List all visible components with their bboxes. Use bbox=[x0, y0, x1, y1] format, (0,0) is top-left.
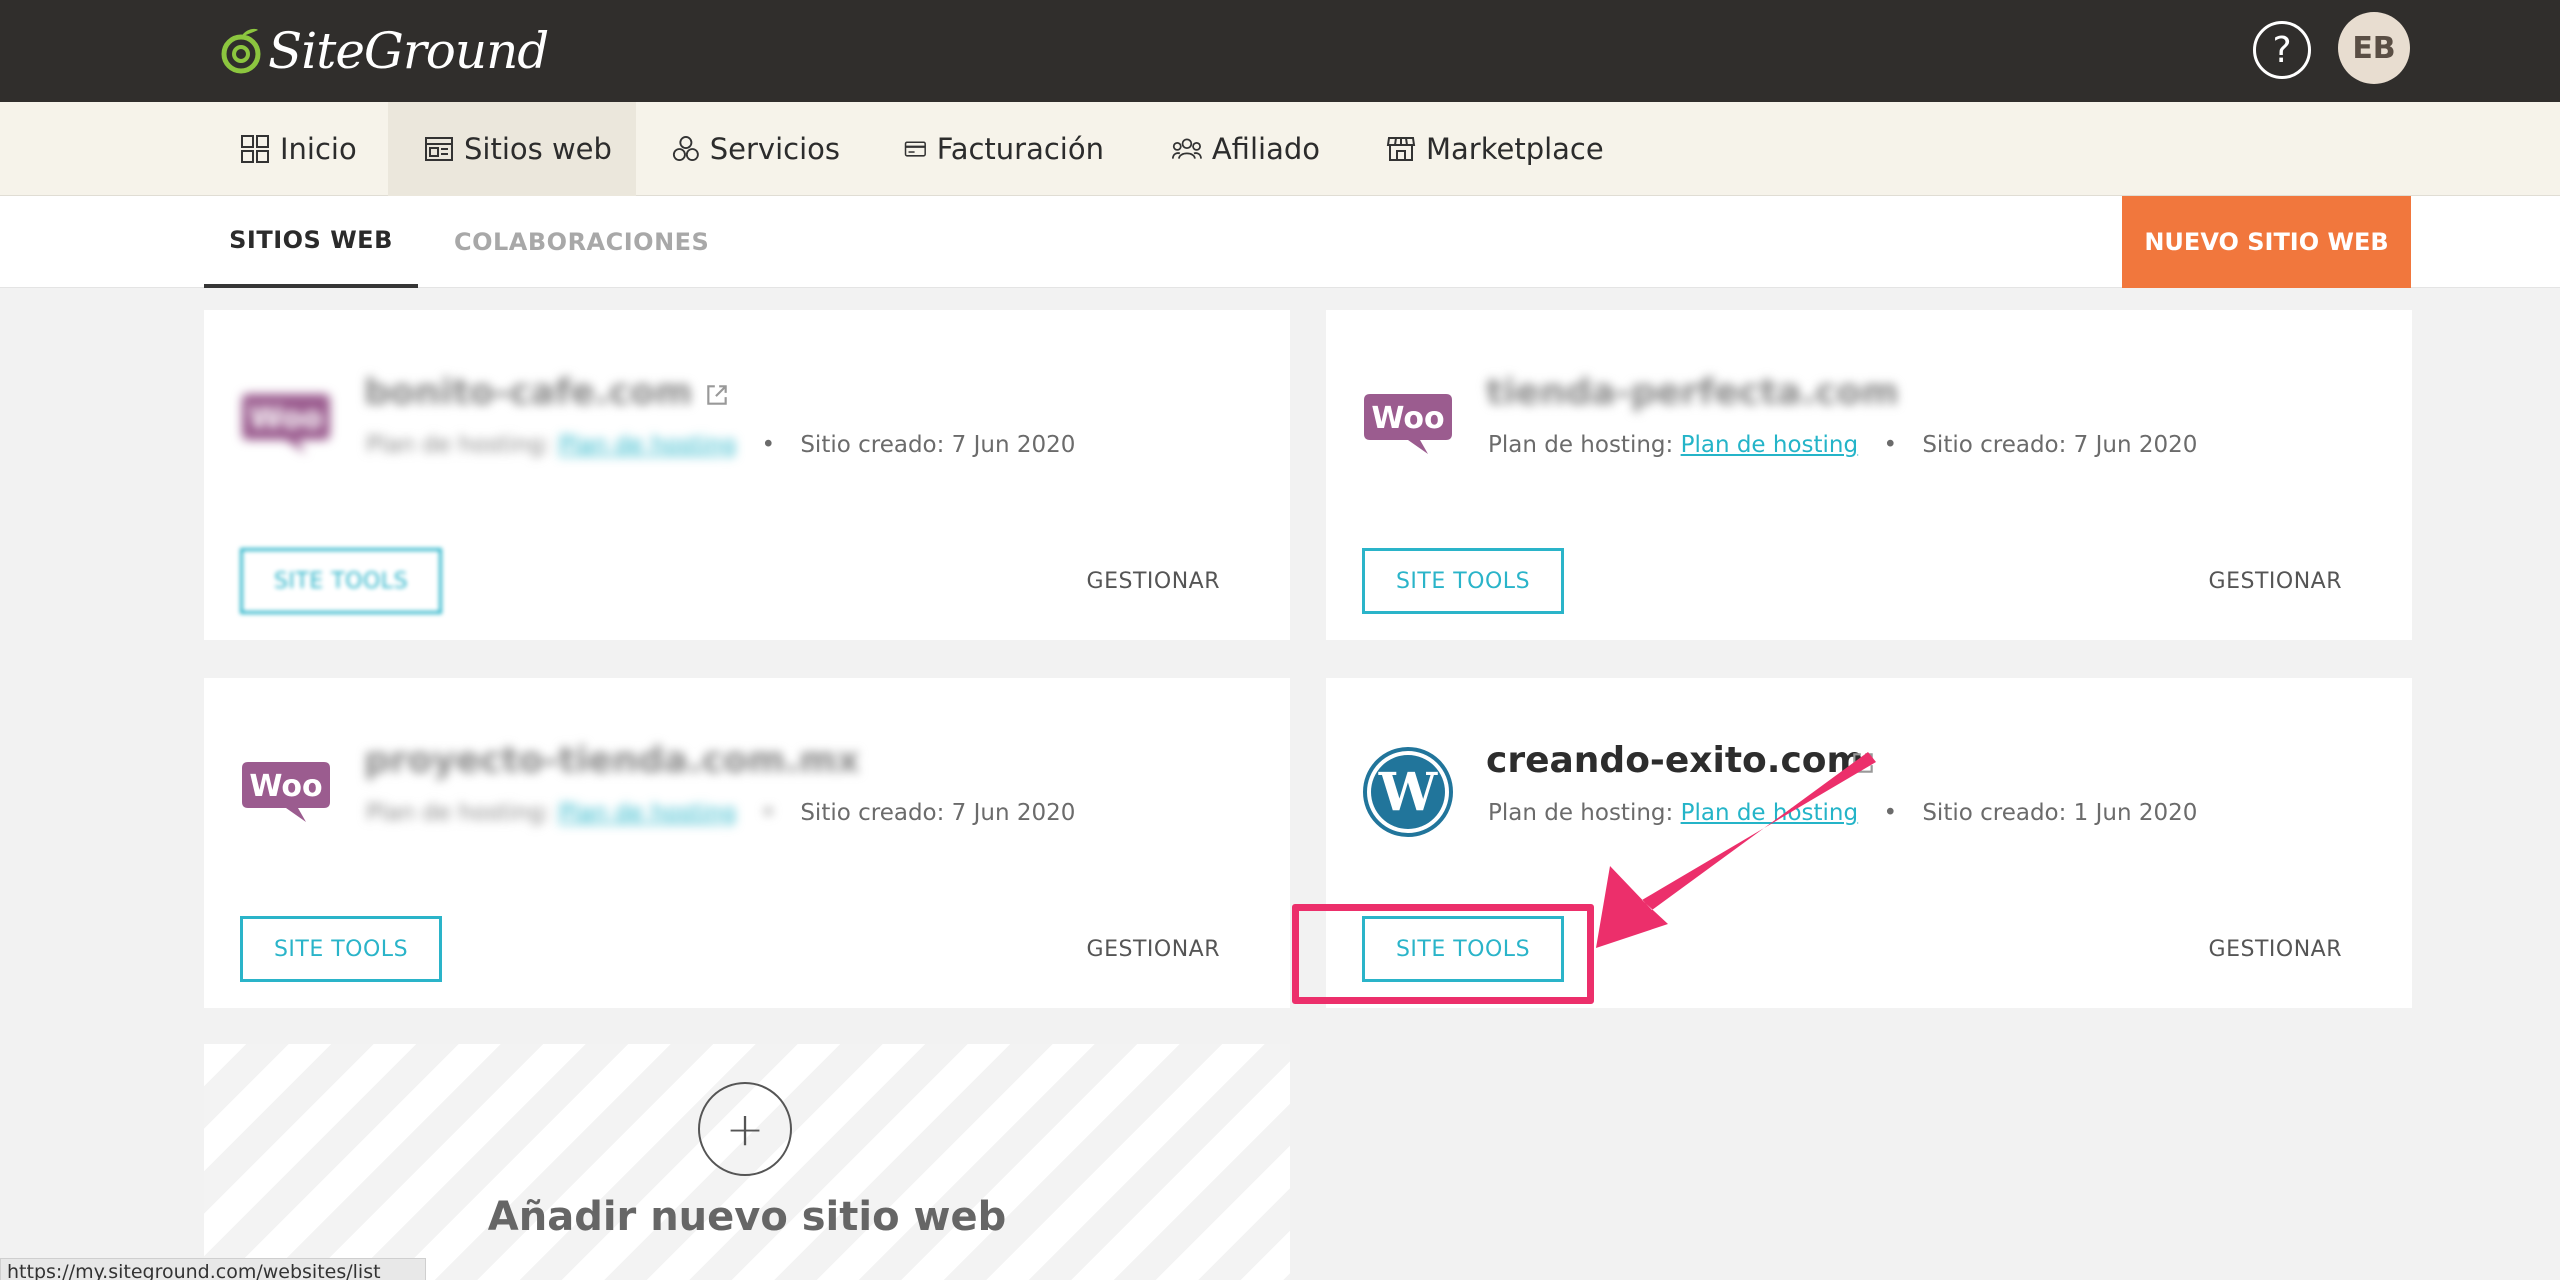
plan-link[interactable]: Plan de hosting bbox=[559, 800, 737, 826]
manage-button[interactable]: GESTIONAR bbox=[2209, 916, 2342, 982]
site-tools-button[interactable]: SITE TOOLS bbox=[240, 916, 442, 982]
add-site-label: Añadir nuevo sitio web bbox=[487, 1194, 1007, 1240]
logo-text: SiteGround bbox=[268, 22, 549, 80]
created-date: Sitio creado: 7 Jun 2020 bbox=[1922, 432, 2198, 458]
site-meta: Plan de hosting: Plan de hosting • Sitio… bbox=[366, 800, 1075, 826]
plan-link[interactable]: Plan de hosting bbox=[1681, 800, 1859, 826]
site-meta: Plan de hosting: Plan de hosting • Sitio… bbox=[1488, 432, 2197, 458]
top-bar: SiteGround ? EB bbox=[0, 0, 2560, 102]
meta-separator: • bbox=[1883, 432, 1898, 458]
nav-label: Afiliado bbox=[1211, 132, 1320, 166]
tab-colaboraciones[interactable]: COLABORACIONES bbox=[454, 196, 709, 288]
nav-item-afiliado[interactable]: Afiliado bbox=[1156, 102, 1336, 196]
site-name[interactable]: tienda-perfecta.com bbox=[1486, 372, 1899, 413]
siteground-leaf-icon bbox=[221, 28, 261, 74]
manage-button[interactable]: GESTIONAR bbox=[1087, 916, 1220, 982]
services-icon bbox=[672, 136, 699, 162]
svg-text:Woo: Woo bbox=[249, 769, 322, 804]
nav-item-facturacion[interactable]: Facturación bbox=[888, 102, 1120, 196]
svg-text:Woo: Woo bbox=[249, 401, 322, 436]
siteground-logo[interactable]: SiteGround bbox=[220, 18, 549, 84]
nav-label: Marketplace bbox=[1426, 132, 1604, 166]
credit-card-icon bbox=[904, 141, 926, 157]
created-date: Sitio creado: 7 Jun 2020 bbox=[800, 800, 1076, 826]
site-name[interactable]: creando-exito.com bbox=[1486, 740, 1864, 781]
user-avatar[interactable]: EB bbox=[2338, 12, 2410, 84]
site-name[interactable]: proyecto-tienda.com.mx bbox=[364, 740, 860, 781]
site-card: Woo proyecto-tienda.com.mx Plan de hosti… bbox=[204, 678, 1290, 1008]
meta-separator: • bbox=[761, 432, 776, 458]
created-date: Sitio creado: 7 Jun 2020 bbox=[800, 432, 1076, 458]
external-link-icon[interactable] bbox=[1850, 750, 1876, 776]
highlight-annotation bbox=[1292, 904, 1594, 1004]
nav-label: Facturación bbox=[936, 132, 1104, 166]
plan-label: Plan de hosting: bbox=[366, 800, 552, 826]
nav-item-marketplace[interactable]: Marketplace bbox=[1370, 102, 1622, 196]
plan-label: Plan de hosting: bbox=[1488, 800, 1674, 826]
website-icon bbox=[425, 137, 453, 161]
svg-text:Woo: Woo bbox=[1371, 401, 1444, 436]
external-link-icon[interactable] bbox=[704, 382, 730, 408]
add-new-site-card[interactable]: + Añadir nuevo sitio web bbox=[204, 1044, 1290, 1280]
nav-label: Inicio bbox=[280, 132, 357, 166]
site-name[interactable]: bonito-cafe.com bbox=[364, 372, 692, 413]
tab-sitios-web[interactable]: SITIOS WEB bbox=[204, 196, 418, 288]
woocommerce-icon: Woo bbox=[1364, 394, 1452, 454]
plan-link[interactable]: Plan de hosting bbox=[559, 432, 737, 458]
manage-button[interactable]: GESTIONAR bbox=[2209, 548, 2342, 614]
site-card: Woo tienda-perfecta.com Plan de hosting:… bbox=[1326, 310, 2412, 640]
site-meta: Plan de hosting: Plan de hosting • Sitio… bbox=[1488, 800, 2197, 826]
plus-icon[interactable]: + bbox=[698, 1082, 792, 1176]
main-navigation: Inicio Sitios web Servicios Facturación bbox=[0, 102, 2560, 196]
nav-item-inicio[interactable]: Inicio bbox=[224, 102, 376, 196]
nav-label: Servicios bbox=[709, 132, 840, 166]
meta-separator: • bbox=[761, 800, 776, 826]
created-date: Sitio creado: 1 Jun 2020 bbox=[1922, 800, 2198, 826]
plan-label: Plan de hosting: bbox=[1488, 432, 1674, 458]
woocommerce-icon: Woo bbox=[242, 394, 330, 454]
new-website-button[interactable]: NUEVO SITIO WEB bbox=[2122, 196, 2411, 288]
affiliate-icon bbox=[1172, 138, 1202, 159]
plan-label: Plan de hosting: bbox=[366, 432, 552, 458]
plan-link[interactable]: Plan de hosting bbox=[1681, 432, 1859, 458]
site-tools-button[interactable]: SITE TOOLS bbox=[1362, 548, 1564, 614]
site-meta: Plan de hosting: Plan de hosting • Sitio… bbox=[366, 432, 1075, 458]
nav-item-servicios[interactable]: Servicios bbox=[656, 102, 856, 196]
grid-icon bbox=[241, 135, 269, 163]
svg-text:W: W bbox=[1378, 762, 1439, 823]
site-tools-button[interactable]: SITE TOOLS bbox=[240, 548, 442, 614]
nav-item-sitios-web[interactable]: Sitios web bbox=[388, 102, 636, 196]
store-icon bbox=[1386, 137, 1416, 161]
wordpress-icon: W bbox=[1363, 747, 1453, 837]
manage-button[interactable]: GESTIONAR bbox=[1087, 548, 1220, 614]
woocommerce-icon: Woo bbox=[242, 762, 330, 822]
nav-label: Sitios web bbox=[464, 132, 612, 166]
help-button[interactable]: ? bbox=[2253, 21, 2311, 79]
meta-separator: • bbox=[1883, 800, 1898, 826]
site-card: Woo bonito-cafe.com Plan de hosting: Pla… bbox=[204, 310, 1290, 640]
browser-status-url: https://my.siteground.com/websites/list bbox=[0, 1258, 426, 1280]
